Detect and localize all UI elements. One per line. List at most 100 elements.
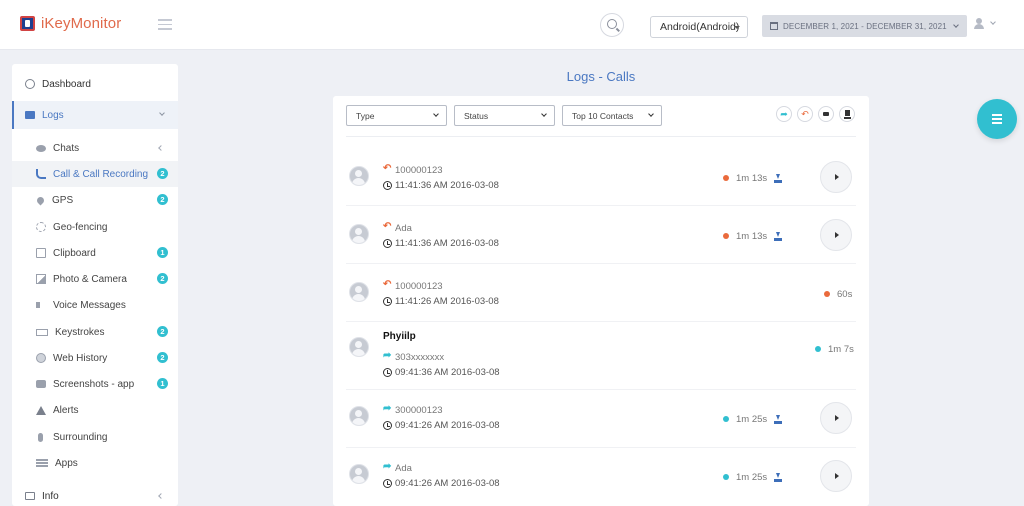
incoming-status-dot — [824, 291, 830, 297]
call-duration: 1m 7s — [828, 344, 854, 355]
play-recording-button[interactable] — [820, 161, 852, 193]
logo-icon — [20, 16, 35, 31]
sidebar-item-label: Apps — [55, 457, 78, 469]
play-recording-button[interactable] — [820, 460, 852, 492]
count-badge: 2 — [157, 273, 168, 284]
download-icon[interactable] — [774, 473, 782, 482]
sidebar-item-logs[interactable]: Logs — [12, 101, 178, 129]
date-range-value: DECEMBER 1, 2021 - DECEMBER 31, 2021 — [783, 21, 947, 31]
sidebar-item-call-recording[interactable]: Call & Call Recording 2 — [12, 161, 178, 187]
call-row[interactable]: ➦ Ada 09:41:26 AM 2016-03-08 1m 25s — [346, 448, 856, 506]
chevron-down-icon — [990, 19, 996, 25]
sidebar-item-voice-messages[interactable]: Voice Messages — [12, 292, 178, 318]
contacts-filter-select[interactable]: Top 10 Contacts — [562, 105, 662, 126]
outgoing-status-dot — [723, 474, 729, 480]
clock-icon — [383, 368, 392, 377]
device-select[interactable]: Android(Android) — [650, 16, 748, 38]
incoming-call-icon: ↶ — [383, 279, 392, 290]
call-duration: 1m 25s — [736, 414, 768, 425]
geofence-icon — [36, 222, 46, 232]
play-recording-button[interactable] — [820, 219, 852, 251]
download-icon[interactable] — [774, 232, 782, 241]
sidebar-item-info[interactable]: Info — [12, 483, 178, 506]
call-time: 09:41:36 AM 2016-03-08 — [395, 367, 500, 378]
sidebar-item-label: Dashboard — [42, 78, 91, 90]
call-row[interactable]: ↶ 100000123 11:41:36 AM 2016-03-08 1m 13… — [346, 148, 856, 206]
sidebar-item-label: Web History — [53, 352, 108, 364]
outgoing-call-icon: ➦ — [383, 403, 392, 414]
sidebar-item-label: Logs — [42, 109, 64, 121]
print-icon[interactable] — [818, 106, 834, 122]
call-number: 303xxxxxxx — [395, 352, 445, 363]
outgoing-filter-icon[interactable]: ➦ — [776, 106, 792, 122]
avatar — [349, 282, 369, 302]
clock-icon — [383, 181, 392, 190]
call-time: 09:41:26 AM 2016-03-08 — [395, 478, 500, 489]
photo-icon — [36, 274, 46, 284]
download-icon[interactable] — [774, 174, 782, 183]
chevron-left-icon — [158, 145, 164, 151]
incoming-filter-icon[interactable]: ↶ — [797, 106, 813, 122]
call-row[interactable]: ↶ 100000123 11:41:26 AM 2016-03-08 60s — [346, 264, 856, 322]
chevron-down-icon — [159, 110, 165, 116]
call-row[interactable]: ↶ Ada 11:41:36 AM 2016-03-08 1m 13s — [346, 206, 856, 264]
calls-log-card: Type Status Top 10 Contacts ➦ ↶ ↶ 100000… — [333, 96, 869, 506]
call-row[interactable]: Phyiilp ➦ 303xxxxxxx 09:41:36 AM 2016-03… — [346, 322, 856, 390]
user-menu[interactable] — [974, 18, 1000, 32]
app-logo[interactable]: iKeyMonitor — [20, 15, 121, 32]
call-duration: 1m 13s — [736, 231, 768, 242]
sidebar-item-apps[interactable]: Apps — [12, 450, 178, 476]
count-badge: 2 — [157, 168, 168, 179]
sidebar-item-geo-fencing[interactable]: Geo-fencing — [12, 214, 178, 240]
call-number: 100000123 — [395, 281, 443, 292]
avatar — [349, 464, 369, 484]
sidebar-item-dashboard[interactable]: Dashboard — [12, 71, 178, 97]
sidebar-item-screenshots-app[interactable]: Screenshots - app 1 — [12, 371, 178, 397]
date-range-picker[interactable]: DECEMBER 1, 2021 - DECEMBER 31, 2021 — [762, 15, 967, 37]
call-number: 300000123 — [395, 405, 443, 416]
play-recording-button[interactable] — [820, 402, 852, 434]
dashboard-icon — [25, 79, 35, 89]
alert-icon — [36, 405, 46, 415]
clipboard-icon — [36, 248, 46, 258]
floating-menu-button[interactable] — [977, 99, 1017, 139]
search-icon[interactable] — [600, 13, 624, 37]
status-filter-value: Status — [464, 110, 489, 121]
call-time: 11:41:36 AM 2016-03-08 — [395, 180, 499, 191]
folder-open-icon — [25, 111, 35, 119]
avatar — [349, 224, 369, 244]
sidebar-item-web-history[interactable]: Web History 2 — [12, 345, 178, 371]
call-duration: 60s — [837, 289, 853, 300]
outgoing-status-dot — [815, 346, 821, 352]
sidebar-item-alerts[interactable]: Alerts — [12, 397, 178, 423]
clock-icon — [383, 479, 392, 488]
sidebar-item-label: Voice Messages — [53, 299, 126, 311]
incoming-call-icon: ↶ — [383, 221, 392, 232]
status-filter-select[interactable]: Status — [454, 105, 555, 126]
sidebar-item-photo-camera[interactable]: Photo & Camera 2 — [12, 266, 178, 292]
clock-icon — [383, 297, 392, 306]
incoming-call-icon: ↶ — [383, 163, 392, 174]
avatar — [349, 406, 369, 426]
sidebar-item-gps[interactable]: GPS 2 — [12, 187, 178, 213]
chevron-left-icon — [158, 493, 164, 499]
export-icon[interactable] — [839, 106, 855, 122]
sidebar-item-label: Info — [42, 490, 59, 502]
call-row[interactable]: ➦ 300000123 09:41:26 AM 2016-03-08 1m 25… — [346, 390, 856, 448]
sidebar-item-label: Chats — [53, 142, 80, 154]
count-badge: 1 — [157, 247, 168, 258]
sidebar-item-surrounding[interactable]: Surrounding — [12, 424, 178, 450]
type-filter-select[interactable]: Type — [346, 105, 447, 126]
sidebar-toggle-menu-icon[interactable] — [158, 19, 172, 30]
sidebar-item-clipboard[interactable]: Clipboard 1 — [12, 240, 178, 266]
outgoing-status-dot — [723, 416, 729, 422]
clock-icon — [383, 239, 392, 248]
outgoing-call-icon: ➦ — [383, 461, 392, 472]
sidebar-item-label: Clipboard — [53, 247, 96, 259]
sidebar: Dashboard Logs Chats Call & Call Recordi… — [12, 64, 178, 506]
sidebar-item-keystrokes[interactable]: Keystrokes 2 — [12, 319, 178, 345]
camera-icon — [36, 380, 46, 388]
sidebar-item-chats[interactable]: Chats — [12, 135, 178, 161]
download-icon[interactable] — [774, 415, 782, 424]
sidebar-item-label: Screenshots - app — [53, 378, 135, 390]
